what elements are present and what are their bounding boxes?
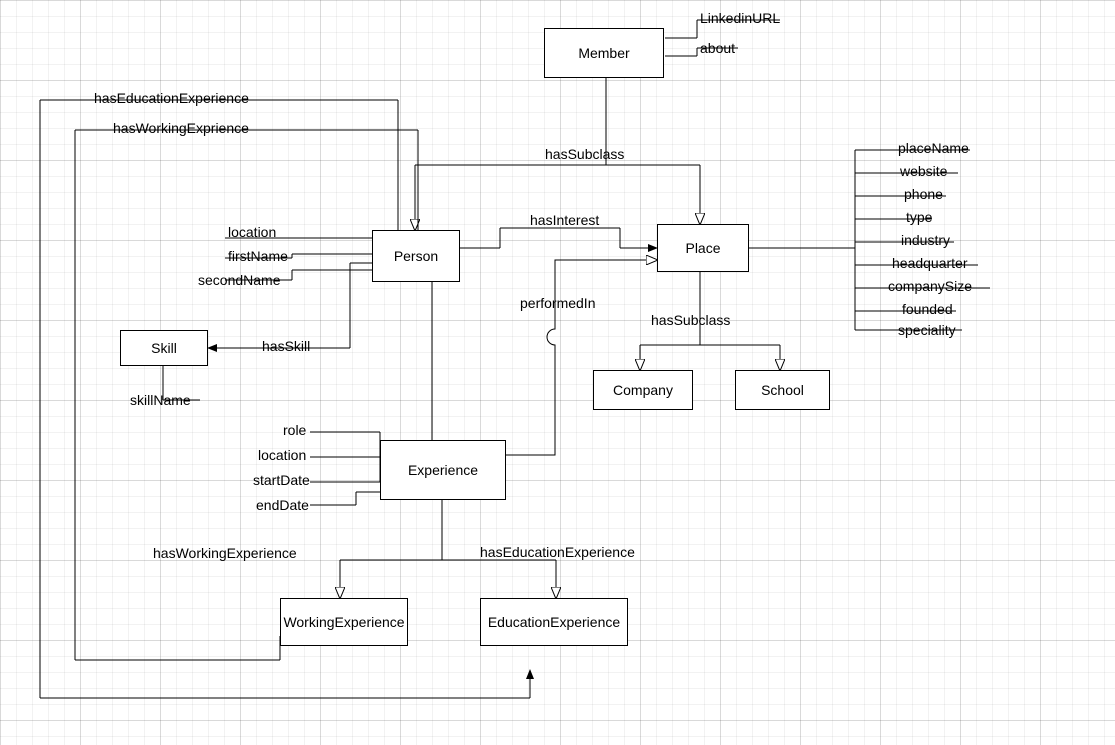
- entity-place[interactable]: Place: [657, 224, 749, 272]
- attr-place-companysize: companySize: [888, 278, 972, 294]
- attr-place-website: website: [900, 163, 947, 179]
- relation-has-skill: hasSkill: [262, 338, 310, 354]
- attr-place-headquarter: headquarter: [892, 255, 968, 271]
- entity-experience[interactable]: Experience: [380, 440, 506, 500]
- relation-has-education-experience-exp: hasEducationExperience: [480, 544, 635, 560]
- entity-label: WorkingExperience: [283, 614, 404, 630]
- attr-exp-startdate: startDate: [253, 472, 310, 488]
- attr-exp-location: location: [258, 447, 306, 463]
- relation-has-education-experience-top: hasEducationExperience: [94, 90, 249, 106]
- entity-label: Skill: [151, 340, 177, 356]
- attr-place-placename: placeName: [898, 140, 969, 156]
- entity-school[interactable]: School: [735, 370, 830, 410]
- attr-place-phone: phone: [904, 186, 943, 202]
- relation-has-working-experience-exp: hasWorkingExperience: [153, 545, 297, 561]
- entity-label: Experience: [408, 462, 478, 478]
- relation-performed-in: performedIn: [520, 295, 595, 311]
- entity-label: Place: [685, 240, 720, 256]
- entity-member[interactable]: Member: [544, 28, 664, 78]
- entity-working-experience[interactable]: WorkingExperience: [280, 598, 408, 646]
- attr-exp-role: role: [283, 422, 306, 438]
- attr-place-speciality: speciality: [898, 322, 956, 338]
- relation-has-interest: hasInterest: [530, 212, 599, 228]
- attr-skill-skillname: skillName: [130, 392, 191, 408]
- entity-company[interactable]: Company: [593, 370, 693, 410]
- attr-person-secondname: secondName: [198, 272, 281, 288]
- entity-label: Member: [578, 45, 629, 61]
- relation-has-subclass-place: hasSubclass: [651, 312, 730, 328]
- entity-label: Person: [394, 248, 438, 264]
- attr-place-type: type: [906, 209, 932, 225]
- relation-has-subclass-member: hasSubclass: [545, 146, 624, 162]
- entity-person[interactable]: Person: [372, 230, 460, 282]
- entity-skill[interactable]: Skill: [120, 330, 208, 366]
- attr-person-location: location: [228, 224, 276, 240]
- attr-member-about: about: [700, 40, 735, 56]
- attr-person-firstname: firstName: [228, 248, 288, 264]
- relation-has-working-experience-top: hasWorkingExprience: [113, 120, 249, 136]
- attr-place-founded: founded: [902, 301, 953, 317]
- entity-label: School: [761, 382, 804, 398]
- attr-place-industry: industry: [901, 232, 950, 248]
- entity-label: EducationExperience: [488, 614, 620, 630]
- entity-label: Company: [613, 382, 673, 398]
- entity-education-experience[interactable]: EducationExperience: [480, 598, 628, 646]
- attr-member-linkedinurl: LinkedinURL: [700, 10, 780, 26]
- attr-exp-enddate: endDate: [256, 497, 309, 513]
